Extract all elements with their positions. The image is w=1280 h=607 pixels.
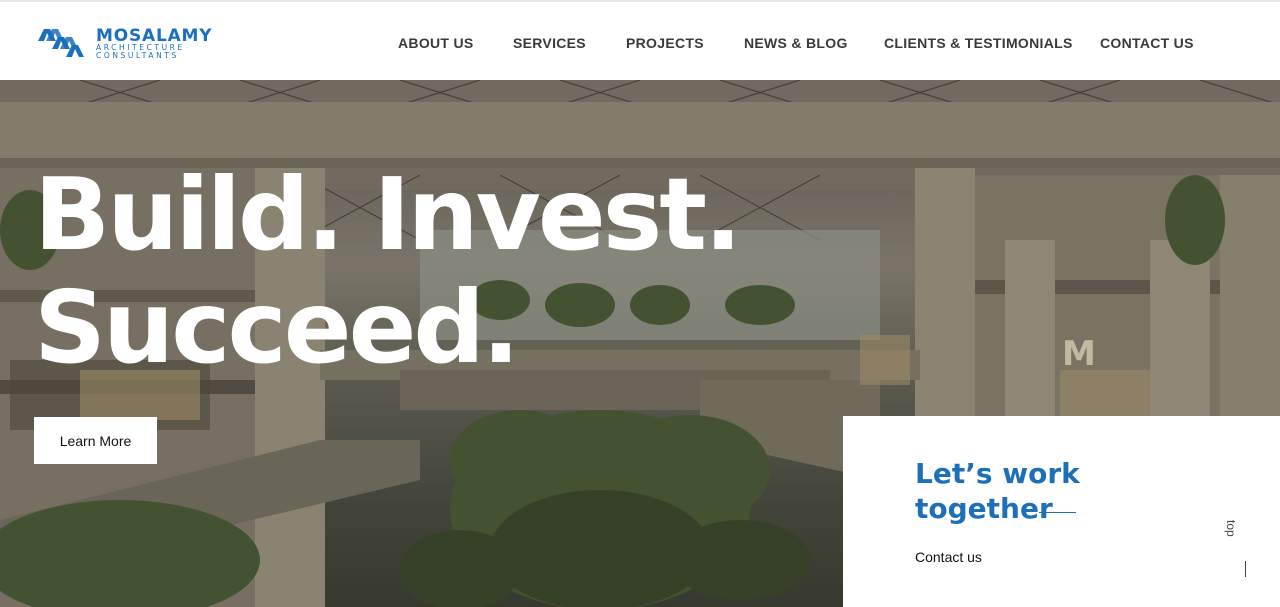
logo-subline-2: CONSULTANTS — [96, 51, 179, 60]
contact-us-link[interactable]: Contact us — [915, 549, 982, 565]
card-title-underline — [1039, 512, 1076, 513]
card-title: Let’s work together — [915, 456, 1080, 526]
nav-about-us[interactable]: ABOUT US — [398, 35, 474, 51]
main-nav: ABOUT US SERVICES PROJECTS NEWS & BLOG C… — [0, 35, 1280, 51]
nav-clients-testimonials[interactable]: CLIENTS & TESTIMONIALS — [884, 35, 1073, 51]
nav-projects[interactable]: PROJECTS — [626, 35, 704, 51]
hero-headline: Build. Invest. Succeed. — [34, 156, 742, 386]
headline-line-2: Succeed. — [34, 269, 520, 386]
contact-card: Let’s work together Contact us top — [843, 416, 1280, 607]
card-title-line-2: together — [915, 492, 1053, 525]
learn-more-button[interactable]: Learn More — [34, 417, 157, 464]
card-title-line-1: Let’s work — [915, 457, 1080, 490]
nav-news-blog[interactable]: NEWS & BLOG — [744, 35, 848, 51]
scroll-top-link[interactable]: top — [1224, 520, 1238, 537]
headline-line-1: Build. Invest. — [34, 156, 742, 273]
nav-contact-us[interactable]: CONTACT US — [1100, 35, 1194, 51]
site-header: MOSALAMY ARCHITECTURE CONSULTANTS ABOUT … — [0, 0, 1280, 80]
hero-section: M Build. Invest. Succeed. Learn More Let… — [0, 80, 1280, 607]
nav-services[interactable]: SERVICES — [513, 35, 586, 51]
scroll-top-line — [1245, 561, 1246, 577]
